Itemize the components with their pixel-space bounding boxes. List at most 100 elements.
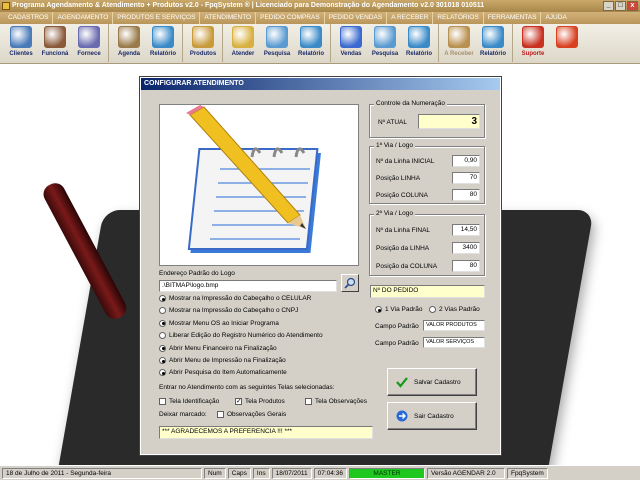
radio-dot[interactable] [159, 307, 166, 315]
status-bar: 18 de Julho de 2011 - Segunda-feira Num … [0, 465, 640, 480]
via1-posicao-coluna-field[interactable]: 80 [452, 189, 480, 201]
menu-pedido-compras[interactable]: PEDIDO COMPRAS [256, 12, 325, 24]
toolbar-button-14[interactable]: Suporte [516, 24, 550, 62]
sair-cadastro-button[interactable]: Sair Cadastro [387, 402, 477, 430]
tela-label: Tela Produtos [245, 398, 285, 405]
checkbox-box[interactable] [217, 411, 224, 418]
toolbar-button-7[interactable]: Pesquisa [260, 24, 294, 62]
radio-dot[interactable] [159, 357, 166, 364]
via2-linha-final-field[interactable]: 14,50 [452, 224, 480, 236]
menu-pedido-vendas[interactable]: PEDIDO VENDAS [325, 12, 388, 24]
radio-dot[interactable] [159, 344, 166, 352]
radio-dot[interactable] [375, 306, 382, 313]
menu-cadastros[interactable]: CADASTROS [4, 12, 54, 24]
menu-a-receber[interactable]: A RECEBER [387, 12, 434, 24]
option-label: Abrir Menu de Impressão na Finalização [169, 357, 286, 364]
tela-checkbox[interactable]: ✓ Tela Produtos [235, 398, 285, 405]
via1-posicao-linha-field[interactable]: 70 [452, 172, 480, 184]
option-label: Liberar Edição do Registro Numérico do A… [169, 332, 323, 340]
numeracao-group: Controle da Numeração Nº ATUAL 3 [369, 100, 485, 138]
menu-relatorios[interactable]: RELATÓRIOS [433, 12, 484, 24]
toolbar: Clientes Funcioná Fornece Agenda Relatório Pr… [0, 24, 640, 64]
option-radio[interactable]: Mostrar na Impressão do Cabeçalho o CNPJ [159, 307, 298, 315]
campo-padrao-1-field[interactable]: VALOR PRODUTOS [423, 320, 485, 331]
via1-linha-inicial-field[interactable]: 0,90 [452, 155, 480, 167]
status-ins: Ins [252, 467, 270, 479]
via1-row-label: Posição LINHA [376, 175, 421, 182]
checkbox-box[interactable] [305, 398, 312, 405]
app-icon [2, 2, 10, 10]
toolbar-button-6[interactable]: Atender [226, 24, 260, 62]
obs-gerais-checkbox[interactable]: Observações Gerais [217, 411, 286, 418]
monitor-icon [340, 26, 362, 48]
toolbar-button-13[interactable]: Relatório [476, 24, 510, 62]
maximize-button[interactable]: □ [615, 1, 626, 11]
option-radio[interactable]: Abrir Menu Financeiro na Finalização [159, 344, 277, 352]
close-button[interactable]: x [627, 1, 638, 11]
status-version: Versão AGENDAR 2.0 [426, 467, 505, 479]
via2-posicao-coluna-field[interactable]: 80 [452, 260, 480, 272]
salvar-label: Salvar Cadastro [414, 378, 461, 386]
option-radio[interactable]: Abrir Menu de Impressão na Finalização [159, 357, 286, 364]
menu-atendimento[interactable]: ATENDIMENTO [200, 12, 257, 24]
clients-icon [10, 26, 32, 48]
salvar-cadastro-button[interactable]: Salvar Cadastro [387, 368, 477, 396]
radio-dot[interactable] [159, 369, 166, 377]
checkbox-box[interactable]: ✓ [235, 398, 242, 405]
menu-agendamento[interactable]: AGENDAMENTO [53, 12, 114, 24]
employee-icon [44, 26, 66, 48]
toolbar-button-1[interactable]: Funcioná [38, 24, 72, 62]
report-icon [482, 26, 504, 48]
toolbar-button-8[interactable]: Relatório [294, 24, 328, 62]
logo-path-input[interactable]: .\BITMAP\logo.bmp [159, 280, 337, 292]
menu-ajuda[interactable]: AJUDA [541, 12, 570, 24]
footer-message-field[interactable]: *** AGRADECEMOS A PREFERENCIA !!! *** [159, 426, 373, 439]
toolbar-button-3[interactable]: Agenda [112, 24, 146, 62]
minimize-button[interactable]: _ [603, 1, 614, 11]
toolbar-button-10[interactable]: Pesquisa [368, 24, 402, 62]
radio-dot[interactable] [159, 332, 166, 340]
toolbar-button-0[interactable]: Clientes [4, 24, 38, 62]
toolbar-button-11[interactable]: Relatório [402, 24, 436, 62]
via2-posicao-linha-field[interactable]: 3400 [452, 242, 480, 254]
toolbar-button-4[interactable]: Relatório [146, 24, 180, 62]
pedido-field[interactable]: Nº DO PEDIDO [370, 285, 485, 298]
toolbar-button-5[interactable]: Produtos [186, 24, 220, 62]
browse-logo-button[interactable] [341, 274, 359, 292]
toolbar-button-9[interactable]: Vendas [334, 24, 368, 62]
numero-atual-label: Nº ATUAL [378, 119, 407, 126]
option-radio[interactable]: Mostrar na Impressão do Cabeçalho o CELU… [159, 295, 311, 302]
radio-dot[interactable] [159, 295, 166, 302]
toolbar-label: Pesquisa [371, 51, 399, 57]
sair-label: Sair Cadastro [414, 412, 454, 420]
tela-checkbox[interactable]: Tela Observações [305, 398, 367, 405]
toolbar-label: Agenda [117, 51, 140, 57]
option-radio[interactable]: Abrir Pesquisa do Item Automaticamente [159, 369, 287, 377]
option-label: Abrir Menu Financeiro na Finalização [169, 344, 277, 352]
numero-atual-field[interactable]: 3 [418, 114, 480, 129]
radio-dot[interactable] [159, 319, 166, 327]
via2-row-label: Posição da LINHA [376, 245, 430, 252]
toolbar-button-12[interactable]: A Receber [442, 24, 476, 62]
menu-produtos-servicos[interactable]: PRODUTOS E SERVIÇOS [113, 12, 201, 24]
via-option-label: 2 Vias Padrão [439, 306, 480, 313]
report-icon [152, 26, 174, 48]
toolbar-button-2[interactable]: Fornece [72, 24, 106, 62]
tela-checkbox[interactable]: Tela Identificação [159, 398, 219, 405]
option-radio[interactable]: Liberar Edição do Registro Numérico do A… [159, 332, 323, 340]
via2-row-label: Nº da Linha FINAL [376, 227, 431, 234]
status-date: 18 de Julho de 2011 - Segunda-feira [2, 467, 202, 479]
radio-dot[interactable] [429, 306, 436, 313]
money-icon [448, 26, 470, 48]
via-option-2[interactable]: 2 Vias Padrão [429, 306, 480, 313]
option-label: Mostrar na Impressão do Cabeçalho o CELU… [169, 295, 312, 302]
campo-padrao-2-field[interactable]: VALOR SERVIÇOS [423, 337, 485, 348]
option-radio[interactable]: Mostrar Menu OS ao Iniciar Programa [159, 319, 279, 327]
toolbar-button-15[interactable] [550, 24, 584, 62]
checkbox-box[interactable] [159, 398, 166, 405]
status-num: Num [204, 467, 226, 479]
menu-ferramentas[interactable]: FERRAMENTAS [484, 12, 542, 24]
via-option-1[interactable]: 1 Via Padrão [375, 306, 422, 313]
search-doc-icon [374, 26, 396, 48]
supplier-icon [78, 26, 100, 48]
